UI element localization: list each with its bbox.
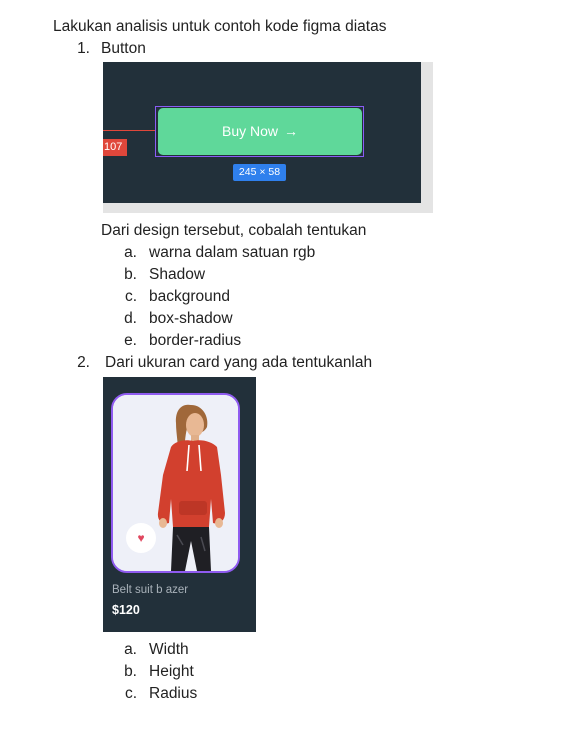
list-item: Shadow <box>149 266 206 283</box>
list-item: Height <box>149 663 194 680</box>
list-marker: b. <box>124 266 137 283</box>
list-item: box-shadow <box>149 310 233 327</box>
list-item: Width <box>149 641 189 658</box>
product-name: Belt suit b azer <box>112 584 189 596</box>
q2-number: 2. <box>77 354 90 371</box>
q1-prompt: Dari design tersebut, cobalah tentukan <box>101 222 367 239</box>
q1-title: Button <box>101 40 146 57</box>
button-figma-screenshot: 107 Buy Now → 245 × 58 <box>103 62 433 213</box>
figma-canvas: 107 Buy Now → 245 × 58 <box>103 62 421 203</box>
buy-now-button: Buy Now → <box>158 108 362 155</box>
intro-text: Lakukan analisis untuk contoh kode figma… <box>53 18 387 35</box>
q1-number: 1. <box>77 40 90 57</box>
list-item: Radius <box>149 685 198 702</box>
q2-title: Dari ukuran card yang ada tentukanlah <box>105 354 373 371</box>
heart-icon: ♥ <box>137 531 145 545</box>
favorite-button: ♥ <box>126 523 156 553</box>
list-item: warna dalam satuan rgb <box>149 244 316 261</box>
list-item: border-radius <box>149 332 242 349</box>
spacing-guide-line <box>103 130 155 131</box>
list-marker: c. <box>124 288 137 305</box>
arrow-right-icon: → <box>284 123 299 139</box>
product-card: ♥ <box>111 393 240 573</box>
list-marker: a. <box>124 641 137 658</box>
product-price: $120 <box>112 603 140 617</box>
buy-now-label: Buy Now <box>221 123 279 139</box>
list-marker: c. <box>124 685 137 702</box>
list-marker: d. <box>124 310 137 327</box>
product-card-screenshot: ♥ Belt suit b azer $120 <box>103 377 256 632</box>
spacing-badge: 107 <box>103 139 127 156</box>
list-marker: a. <box>124 244 137 261</box>
list-marker: b. <box>124 663 137 680</box>
list-marker: e. <box>124 332 137 349</box>
list-item: background <box>149 288 231 305</box>
dimension-badge: 245 × 58 <box>233 164 286 181</box>
